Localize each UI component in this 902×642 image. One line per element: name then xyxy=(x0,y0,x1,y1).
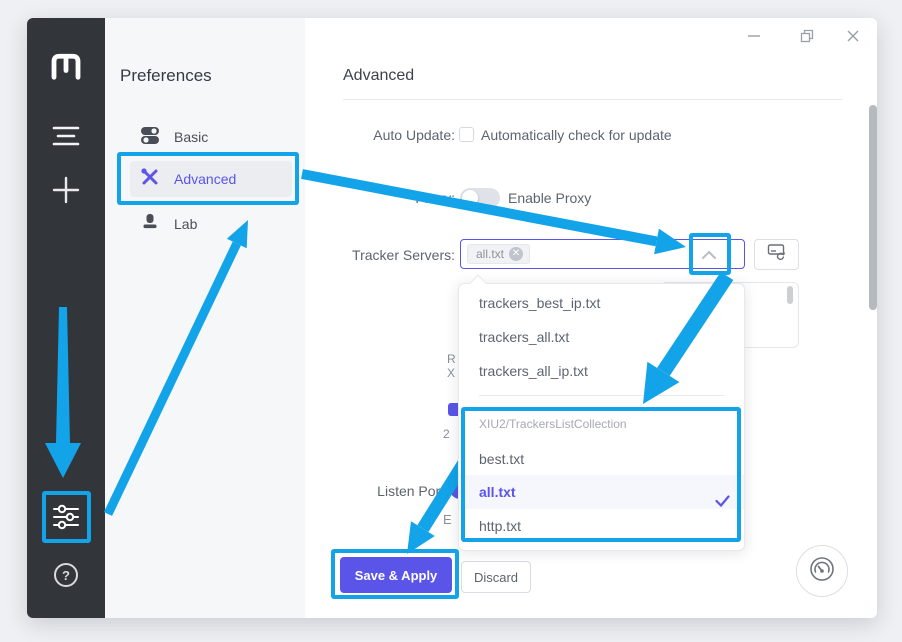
textarea-scrollbar[interactable] xyxy=(787,286,793,304)
tracker-tag-label: all.txt xyxy=(476,247,504,261)
tracker-tag[interactable]: all.txt ✕ xyxy=(467,244,530,264)
sidebar-item-basic[interactable]: Basic xyxy=(130,119,292,155)
auto-update-label: Auto Update: xyxy=(300,127,455,143)
preferences-title: Preferences xyxy=(120,66,212,86)
sidebar-item-label: Basic xyxy=(174,129,208,145)
title-divider xyxy=(343,99,843,100)
sidebar-item-lab[interactable]: Lab xyxy=(130,206,292,242)
proxy-toggle-label: Enable Proxy xyxy=(508,190,591,206)
dropdown-item[interactable]: best.txt xyxy=(459,442,744,476)
chevron-up-icon[interactable] xyxy=(701,248,717,266)
dropdown-divider xyxy=(479,395,724,396)
add-task-icon[interactable] xyxy=(52,176,80,209)
sidebar-item-label: Lab xyxy=(174,216,197,232)
listen-ports-label: Listen Ports: xyxy=(300,483,455,499)
preferences-panel xyxy=(105,18,305,618)
dropdown-item[interactable]: http.txt xyxy=(459,509,744,543)
speed-test-button[interactable] xyxy=(796,545,848,597)
advanced-icon xyxy=(140,167,160,192)
gauge-icon xyxy=(807,554,837,589)
content-scrollbar[interactable] xyxy=(869,105,877,310)
help-icon[interactable]: ? xyxy=(52,561,80,594)
sync-trackers-button[interactable] xyxy=(754,239,799,270)
basic-icon xyxy=(140,125,160,150)
sync-trackers-icon xyxy=(767,243,787,266)
auto-update-checkbox[interactable] xyxy=(459,127,474,142)
discard-button[interactable]: Discard xyxy=(461,561,531,593)
dropdown-item[interactable]: trackers_all.txt xyxy=(459,320,744,354)
clipped-text: X xyxy=(447,366,455,380)
dropdown-item[interactable]: trackers_all_ip.txt xyxy=(459,354,744,388)
motrix-logo-icon xyxy=(48,48,84,89)
proxy-label: Proxy: xyxy=(300,190,455,206)
dropdown-item[interactable]: trackers_best_ip.txt xyxy=(459,286,744,320)
preferences-icon[interactable] xyxy=(51,503,81,536)
save-apply-button[interactable]: Save & Apply xyxy=(340,557,452,593)
sidebar-item-advanced[interactable]: Advanced xyxy=(130,161,292,197)
remove-tag-icon[interactable]: ✕ xyxy=(509,247,523,261)
svg-text:?: ? xyxy=(62,568,70,583)
lab-icon xyxy=(140,212,160,237)
close-button[interactable] xyxy=(846,29,860,43)
auto-update-checkbox-label: Automatically check for update xyxy=(481,127,672,143)
task-list-icon[interactable] xyxy=(52,124,80,153)
proxy-toggle-knob xyxy=(462,190,478,206)
clipped-text: 2 xyxy=(443,427,450,441)
clipped-text: E xyxy=(443,512,452,527)
page-title: Advanced xyxy=(343,67,414,85)
minimize-button[interactable] xyxy=(747,29,761,43)
tracker-dropdown: trackers_best_ip.txt trackers_all.txt tr… xyxy=(458,283,745,551)
restore-button[interactable] xyxy=(800,29,814,43)
dropdown-group-label: XIU2/TrackersListCollection xyxy=(459,412,744,436)
clipped-text: R xyxy=(447,352,456,366)
dropdown-item-selected[interactable]: all.txt xyxy=(459,475,744,509)
tracker-servers-label: Tracker Servers: xyxy=(300,247,455,263)
sidebar-item-label: Advanced xyxy=(174,171,236,187)
